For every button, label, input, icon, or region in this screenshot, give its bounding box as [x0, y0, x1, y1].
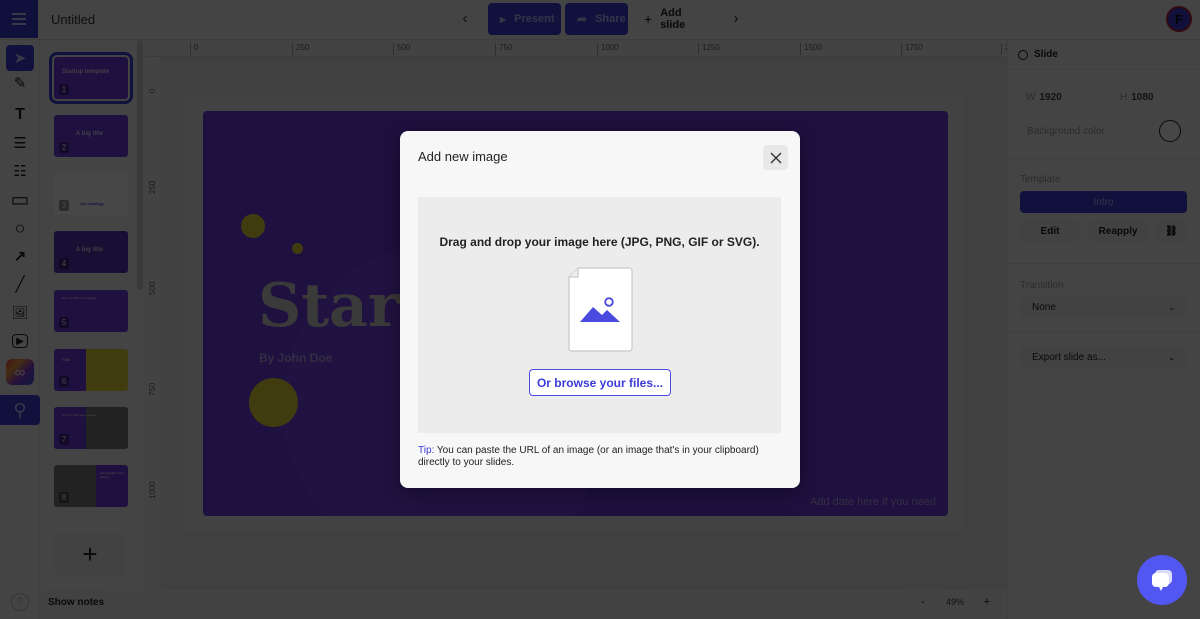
close-dialog-button[interactable] [763, 145, 788, 170]
image-drop-zone[interactable]: Drag and drop your image here (JPG, PNG,… [418, 197, 781, 433]
close-icon [770, 152, 781, 163]
chat-support-button[interactable] [1137, 555, 1187, 605]
tip-text: Tip: You can paste the URL of an image (… [418, 445, 759, 468]
drop-instructions: Drag and drop your image here (JPG, PNG,… [439, 235, 760, 249]
dialog-title: Add new image [418, 149, 508, 164]
add-image-dialog: Add new image Drag and drop your image h… [400, 131, 800, 488]
image-file-icon [568, 267, 633, 352]
browse-files-button[interactable]: Or browse your files... [529, 369, 671, 396]
chat-bubble-icon [1152, 570, 1172, 591]
